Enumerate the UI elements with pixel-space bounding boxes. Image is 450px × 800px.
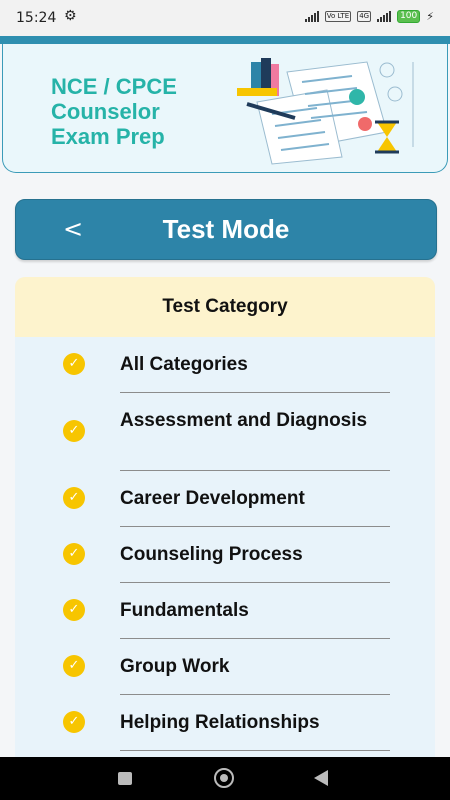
list-item-label: Helping Relationships: [120, 712, 320, 733]
status-time: 15:24: [16, 10, 57, 26]
checkmark-icon: ✓: [63, 711, 85, 733]
checkmark-icon: ✓: [63, 487, 85, 509]
toolbar-strip: [0, 36, 450, 44]
status-icons: Vo LTE 4G 100 ⚡: [304, 10, 434, 23]
list-item-career-development[interactable]: ✓ Career Development: [15, 471, 435, 527]
test-mode-header: < Test Mode: [15, 199, 437, 260]
checkmark-icon: ✓: [63, 353, 85, 375]
list-item-helping-relationships[interactable]: ✓ Helping Relationships: [15, 695, 435, 751]
back-triangle-icon[interactable]: [314, 770, 328, 786]
banner-title-line1: NCE / CPCE: [51, 74, 177, 99]
charging-icon: ⚡: [426, 10, 434, 23]
settings-gear-icon: ⚙: [64, 8, 77, 24]
page-title: Test Mode: [162, 214, 290, 244]
banner-title: NCE / CPCE Counselor Exam Prep: [51, 74, 177, 149]
list-item-label: Fundamentals: [120, 600, 249, 621]
checkmark-icon: ✓: [63, 420, 85, 442]
system-nav-bar: [0, 757, 450, 800]
list-item-label: Assessment and Diagnosis: [120, 410, 368, 431]
list-item-assessment-and-diagnosis[interactable]: ✓ Assessment and Diagnosis: [15, 393, 435, 471]
list-item-fundamentals[interactable]: ✓ Fundamentals: [15, 583, 435, 639]
banner-title-line2: Counselor: [51, 99, 160, 124]
list-item-counseling-process[interactable]: ✓ Counseling Process: [15, 527, 435, 583]
divider: [120, 750, 390, 751]
list-item-label: Career Development: [120, 488, 305, 509]
status-bar: 15:24 ⚙ Vo LTE 4G 100 ⚡: [0, 0, 450, 36]
exam-illustration-icon: [237, 58, 414, 165]
cell-signal-icon: [377, 11, 392, 22]
home-circle-icon[interactable]: [214, 768, 234, 788]
battery-icon: 100: [397, 10, 421, 23]
wifi-signal-icon: [304, 11, 319, 22]
list-item-group-work[interactable]: ✓ Group Work: [15, 639, 435, 695]
list-item-label: All Categories: [120, 354, 248, 375]
checkmark-icon: ✓: [63, 655, 85, 677]
volte-tag: Vo LTE: [324, 11, 352, 22]
recent-apps-square-icon[interactable]: [118, 772, 132, 785]
checkmark-icon: ✓: [63, 543, 85, 565]
network-tag: 4G: [357, 11, 372, 22]
category-heading: Test Category: [15, 277, 435, 337]
list-item-all-categories[interactable]: ✓ All Categories: [15, 337, 435, 393]
checkmark-icon: ✓: [63, 599, 85, 621]
banner-title-line3: Exam Prep: [51, 124, 165, 149]
list-item-label: Counseling Process: [120, 544, 303, 565]
app-banner: NCE / CPCE Counselor Exam Prep: [2, 44, 448, 173]
list-item-label: Group Work: [120, 656, 230, 677]
test-category-panel: Test Category ✓ All Categories ✓ Assessm…: [15, 277, 435, 777]
